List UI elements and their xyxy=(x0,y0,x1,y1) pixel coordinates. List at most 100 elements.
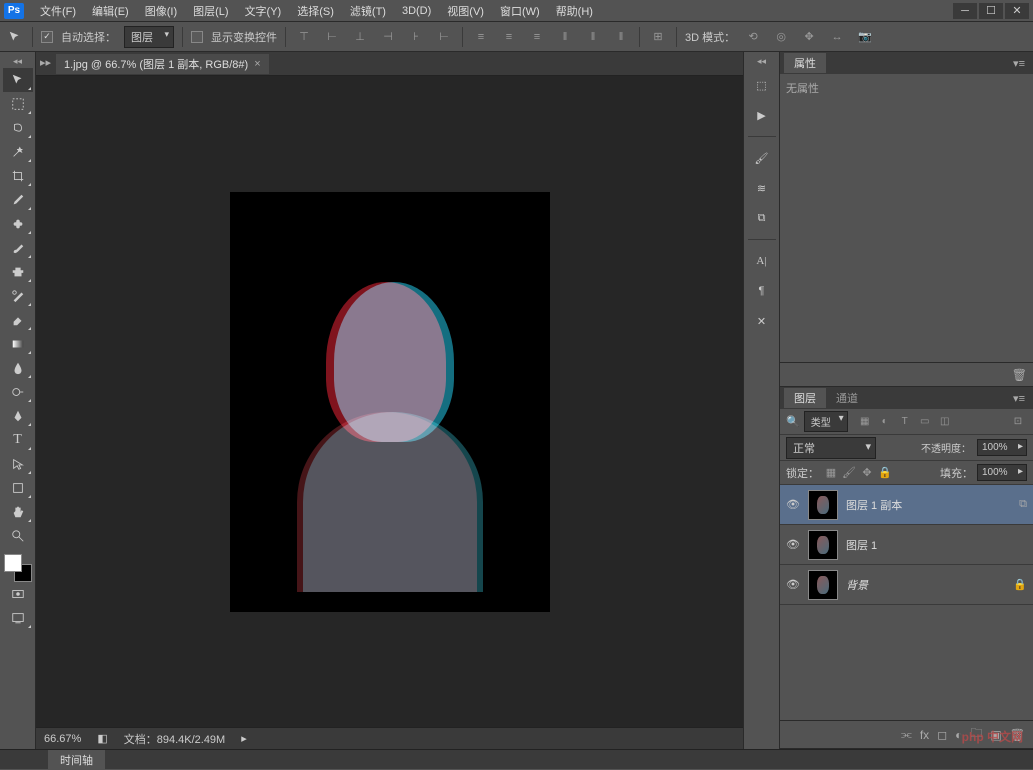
screen-mode-tool[interactable] xyxy=(3,606,33,630)
shape-tool[interactable] xyxy=(3,476,33,500)
auto-align-icon[interactable]: ⊞ xyxy=(648,27,668,47)
layer-thumbnail[interactable] xyxy=(808,490,838,520)
distribute-top-icon[interactable]: ≡ xyxy=(471,27,491,47)
lock-all-icon[interactable]: 🔒 xyxy=(877,465,893,481)
distribute-right-icon[interactable]: ‖ xyxy=(611,27,631,47)
menu-select[interactable]: 选择(S) xyxy=(289,1,342,21)
align-top-icon[interactable]: ⊤ xyxy=(294,27,314,47)
layer-row[interactable]: 👁 图层 1 xyxy=(780,525,1033,565)
magic-wand-tool[interactable] xyxy=(3,140,33,164)
healing-brush-tool[interactable] xyxy=(3,212,33,236)
fill-input[interactable]: 100% xyxy=(977,464,1027,481)
current-tool-icon[interactable] xyxy=(6,28,24,46)
filter-toggle-switch[interactable]: ⊡ xyxy=(1009,413,1027,431)
zoom-tool[interactable] xyxy=(3,524,33,548)
history-panel-icon[interactable]: ⬚ xyxy=(748,72,776,98)
3d-slide-icon[interactable]: ↔ xyxy=(827,27,847,47)
distribute-bottom-icon[interactable]: ≡ xyxy=(527,27,547,47)
history-brush-tool[interactable] xyxy=(3,284,33,308)
color-swatches[interactable] xyxy=(4,554,32,582)
status-nav-icon[interactable]: ◧ xyxy=(97,732,107,745)
transform-controls-checkbox[interactable] xyxy=(191,31,203,43)
clone-source-icon[interactable]: ⧉ xyxy=(748,205,776,231)
3d-pan-icon[interactable]: ✥ xyxy=(799,27,819,47)
hand-tool[interactable] xyxy=(3,500,33,524)
search-icon[interactable]: 🔍 xyxy=(786,415,800,428)
timeline-tab[interactable]: 时间轴 xyxy=(48,750,105,770)
clone-stamp-tool[interactable] xyxy=(3,260,33,284)
tool-presets-icon[interactable]: ✕ xyxy=(748,308,776,334)
pen-tool[interactable] xyxy=(3,404,33,428)
marquee-tool[interactable] xyxy=(3,92,33,116)
lasso-tool[interactable] xyxy=(3,116,33,140)
type-tool[interactable]: T xyxy=(3,428,33,452)
lock-position-icon[interactable]: ✥ xyxy=(859,465,875,481)
3d-roll-icon[interactable]: ◎ xyxy=(771,27,791,47)
toolbar-collapse-icon[interactable]: ◂◂ xyxy=(6,56,30,68)
status-flyout-icon[interactable]: ▸ xyxy=(241,732,247,745)
layer-lock-icon[interactable]: 🔒 xyxy=(1013,578,1027,591)
foreground-color[interactable] xyxy=(4,554,22,572)
delete-icon[interactable]: 🗑 xyxy=(1012,368,1027,382)
align-right-icon[interactable]: ⊢ xyxy=(434,27,454,47)
properties-menu-icon[interactable]: ▾≡ xyxy=(1009,57,1029,70)
align-vcenter-icon[interactable]: ⊢ xyxy=(322,27,342,47)
distribute-left-icon[interactable]: ‖ xyxy=(555,27,575,47)
crop-tool[interactable] xyxy=(3,164,33,188)
paragraph-panel-icon[interactable]: ¶ xyxy=(748,278,776,304)
opacity-input[interactable]: 100% xyxy=(977,439,1027,456)
layer-thumbnail[interactable] xyxy=(808,530,838,560)
zoom-level[interactable]: 66.67% xyxy=(44,733,81,745)
brush-tool[interactable] xyxy=(3,236,33,260)
channels-tab[interactable]: 通道 xyxy=(826,388,868,408)
align-hcenter-icon[interactable]: ⊦ xyxy=(406,27,426,47)
auto-select-checkbox[interactable] xyxy=(41,31,53,43)
filter-smart-icon[interactable]: ◫ xyxy=(936,413,954,431)
menu-type[interactable]: 文字(Y) xyxy=(237,1,290,21)
document-tab[interactable]: 1.jpg @ 66.7% (图层 1 副本, RGB/8#) × xyxy=(56,54,269,74)
filter-type-icon[interactable]: T xyxy=(896,413,914,431)
brush-presets-icon[interactable]: ≋ xyxy=(748,175,776,201)
move-tool[interactable] xyxy=(3,68,33,92)
menu-help[interactable]: 帮助(H) xyxy=(548,1,601,21)
panel-collapse-icon[interactable]: ◂◂ xyxy=(750,56,774,68)
3d-zoom-icon[interactable]: 📷 xyxy=(855,27,875,47)
canvas-viewport[interactable] xyxy=(36,76,743,727)
actions-panel-icon[interactable]: ▶ xyxy=(748,102,776,128)
layer-mask-icon[interactable]: ◻ xyxy=(937,728,947,742)
brush-panel-icon[interactable]: 🖌 xyxy=(748,145,776,171)
properties-tab[interactable]: 属性 xyxy=(784,53,826,73)
auto-select-dropdown[interactable]: 图层 xyxy=(124,26,174,48)
filter-kind-dropdown[interactable]: 类型 xyxy=(804,411,848,432)
layer-name[interactable]: 图层 1 xyxy=(846,537,877,553)
layer-thumbnail[interactable] xyxy=(808,570,838,600)
canvas-image[interactable] xyxy=(230,192,550,612)
lock-transparent-icon[interactable]: ▦ xyxy=(823,465,839,481)
menu-view[interactable]: 视图(V) xyxy=(439,1,492,21)
layer-style-icon[interactable]: fx xyxy=(920,728,929,742)
layer-row[interactable]: 👁 图层 1 副本 ⧉ xyxy=(780,485,1033,525)
layer-name[interactable]: 图层 1 副本 xyxy=(846,497,902,513)
menu-3d[interactable]: 3D(D) xyxy=(394,3,439,19)
menu-edit[interactable]: 编辑(E) xyxy=(84,1,137,21)
layer-row[interactable]: 👁 背景 🔒 xyxy=(780,565,1033,605)
eraser-tool[interactable] xyxy=(3,308,33,332)
filter-pixel-icon[interactable]: ▦ xyxy=(856,413,874,431)
distribute-vcenter-icon[interactable]: ≡ xyxy=(499,27,519,47)
layers-menu-icon[interactable]: ▾≡ xyxy=(1009,392,1029,405)
gradient-tool[interactable] xyxy=(3,332,33,356)
layers-tab[interactable]: 图层 xyxy=(784,388,826,408)
maximize-button[interactable]: ☐ xyxy=(979,3,1003,19)
toolbar-expand-icon[interactable]: ▸▸ xyxy=(40,56,52,72)
align-left-icon[interactable]: ⊣ xyxy=(378,27,398,47)
blend-mode-dropdown[interactable]: 正常 xyxy=(786,437,876,459)
link-layers-icon[interactable]: ⫘ xyxy=(901,727,912,742)
menu-filter[interactable]: 滤镜(T) xyxy=(342,1,394,21)
visibility-toggle-icon[interactable]: 👁 xyxy=(786,538,800,551)
minimize-button[interactable]: ─ xyxy=(953,3,977,19)
close-button[interactable]: ✕ xyxy=(1005,3,1029,19)
lock-pixels-icon[interactable]: 🖌 xyxy=(841,465,857,481)
layer-link-icon[interactable]: ⧉ xyxy=(1019,498,1027,511)
visibility-toggle-icon[interactable]: 👁 xyxy=(786,498,800,511)
menu-image[interactable]: 图像(I) xyxy=(137,1,185,21)
